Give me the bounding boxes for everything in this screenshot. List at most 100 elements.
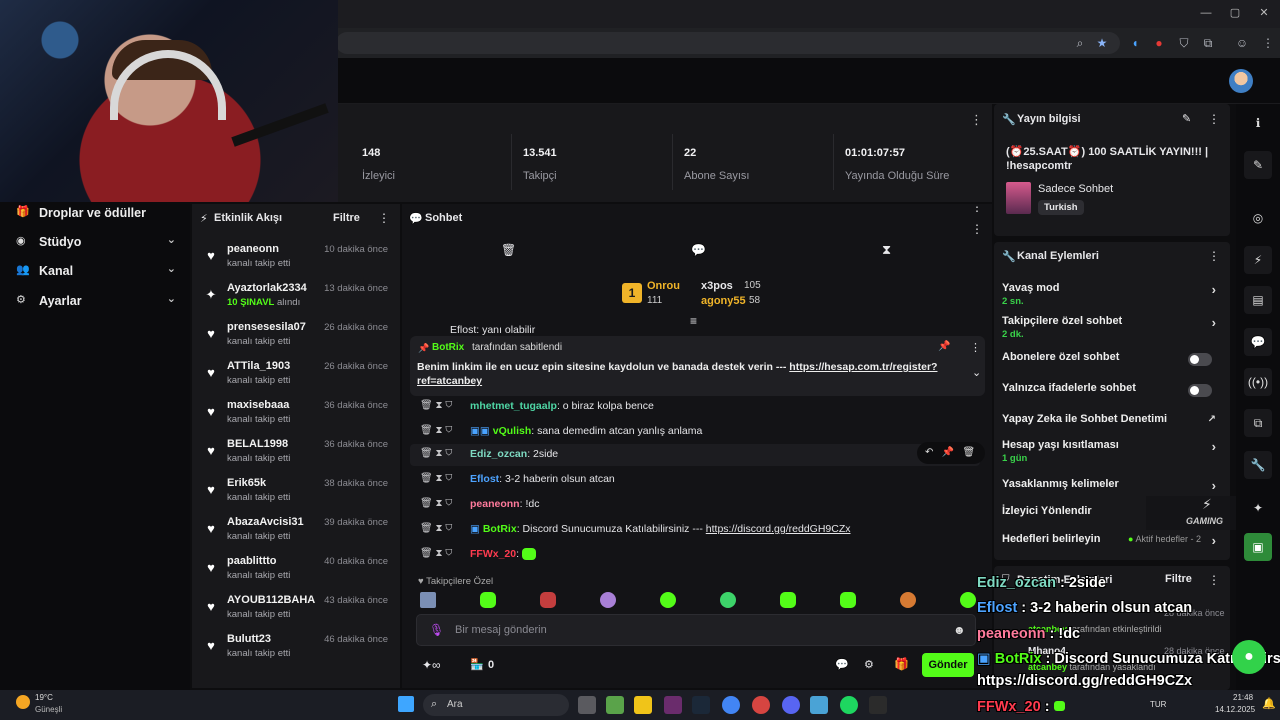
- store-icon[interactable]: 🏪: [470, 658, 484, 671]
- mod-actions-icon[interactable]: 🗑 ⧗ ⛉: [420, 498, 452, 509]
- emote-icon[interactable]: [540, 592, 556, 608]
- bookmark-star-icon[interactable]: ★: [1093, 34, 1111, 52]
- spotify-icon[interactable]: [840, 696, 858, 714]
- bolt-icon[interactable]: ⚡: [1244, 246, 1272, 274]
- emote-icon[interactable]: [780, 592, 796, 608]
- moderation-filter-button[interactable]: Filtre: [1165, 573, 1192, 585]
- browser-menu-icon[interactable]: ⋮: [1259, 34, 1277, 52]
- camera-icon[interactable]: ◎: [1244, 204, 1272, 232]
- pinned-menu-icon[interactable]: ⋮: [970, 341, 981, 354]
- steam-icon[interactable]: [692, 696, 710, 714]
- task-view-icon[interactable]: [578, 696, 596, 714]
- zoom-icon[interactable]: ⌕: [1071, 34, 1089, 52]
- minecraft-icon[interactable]: [606, 696, 624, 714]
- slow-mode-row[interactable]: Yavaş mod 2 sn. ›: [1002, 282, 1222, 308]
- emote-icon[interactable]: [720, 592, 736, 608]
- clock-date[interactable]: 14.12.2025: [1215, 705, 1255, 714]
- screen-icon[interactable]: ▣: [1244, 533, 1272, 561]
- followers-only-row[interactable]: Takipçilere özel sohbet 2 dk. ›: [1002, 315, 1222, 341]
- app-icon[interactable]: [752, 696, 770, 714]
- chat-menu-icon[interactable]: ⋮: [971, 204, 983, 214]
- points-icon[interactable]: ✦: [1244, 494, 1272, 522]
- activity-filter-button[interactable]: Filtre: [333, 212, 360, 224]
- chat-bubble-small-icon[interactable]: 💬: [835, 658, 849, 671]
- account-age-row[interactable]: Hesap yaşı kısıtlaması 1 gün ›: [1002, 439, 1222, 465]
- close-window-button[interactable]: ✕: [1256, 6, 1272, 20]
- mod-actions-icon[interactable]: 🗑 ⧗ ⛉: [420, 448, 452, 459]
- emote-icon[interactable]: [480, 592, 496, 608]
- browser-source-icon[interactable]: ⧉: [1244, 409, 1272, 437]
- mod-actions-icon[interactable]: 🗑 ⧗ ⛉: [420, 548, 452, 559]
- green-circle-button[interactable]: ●: [1232, 640, 1266, 674]
- edit-icon[interactable]: ✎: [1182, 112, 1191, 125]
- extension-shield-icon[interactable]: ⛉: [1175, 34, 1193, 52]
- notification-bell-icon[interactable]: 🔔: [1262, 697, 1276, 710]
- address-bar[interactable]: [336, 32, 1120, 54]
- mod-actions-icon[interactable]: 🗑 ⧗ ⛉: [420, 400, 452, 411]
- terminal-icon[interactable]: [869, 696, 887, 714]
- emote-icon[interactable]: [900, 592, 916, 608]
- subs-only-toggle[interactable]: [1188, 353, 1212, 366]
- nav-drops[interactable]: 🎁 Droplar ve ödüller: [14, 202, 184, 224]
- discord-icon[interactable]: [782, 696, 800, 714]
- emote-icon[interactable]: [840, 592, 856, 608]
- microphone-icon[interactable]: 🎙: [429, 623, 444, 637]
- extensions-puzzle-icon[interactable]: ⧉: [1199, 34, 1217, 52]
- chevron-down-icon[interactable]: ⌄: [972, 366, 981, 379]
- gift-card-icon[interactable]: 🎁: [894, 657, 909, 671]
- notes-icon[interactable]: ▤: [1244, 286, 1272, 314]
- language-indicator[interactable]: TUR: [1150, 700, 1166, 709]
- profile-icon[interactable]: ☺: [1233, 34, 1251, 52]
- app-icon[interactable]: [810, 696, 828, 714]
- minimize-button[interactable]: —: [1198, 6, 1214, 20]
- taskbar-search[interactable]: ⌕ Ara: [423, 694, 569, 716]
- trash-icon[interactable]: 🗑: [501, 243, 516, 257]
- chat-input[interactable]: 🎙 Bir mesaj gönderin ☻: [416, 614, 976, 646]
- channel-points-icon[interactable]: ✦∞: [422, 658, 441, 672]
- ai-moderation-row[interactable]: Yapay Zeka ile Sohbet Denetimi ↗: [1002, 413, 1222, 439]
- user-avatar[interactable]: [1229, 69, 1253, 93]
- send-button[interactable]: Gönder: [922, 653, 974, 677]
- emote-icon[interactable]: [420, 592, 436, 608]
- emote-icon[interactable]: [660, 592, 676, 608]
- maximize-button[interactable]: ▢: [1227, 6, 1243, 20]
- activity-item: ♥ maxisebaaa kanalı takip etti 36 dakika…: [200, 397, 392, 436]
- broadcast-icon[interactable]: ((•)): [1244, 368, 1272, 396]
- visual-studio-icon[interactable]: [664, 696, 682, 714]
- chat-bubble-tab-icon[interactable]: 💬: [691, 243, 706, 257]
- nav-channel[interactable]: 👥 Kanal ⌄: [14, 260, 184, 282]
- stream-info-menu-icon[interactable]: ⋮: [1208, 112, 1220, 126]
- hourglass-icon[interactable]: ⧗: [882, 242, 891, 258]
- discord-link[interactable]: https://discord.gg/reddGH9CZx: [706, 523, 851, 535]
- clock-time[interactable]: 21:48: [1233, 693, 1253, 702]
- moderation-menu-icon[interactable]: ⋮: [1208, 573, 1220, 587]
- chat-submenu-icon[interactable]: ⋮: [971, 222, 983, 236]
- emote-icon[interactable]: [960, 592, 976, 608]
- windows-start-icon[interactable]: [398, 696, 414, 712]
- channel-actions-menu-icon[interactable]: ⋮: [1208, 249, 1220, 263]
- wrench-icon[interactable]: 🔧: [1244, 451, 1272, 479]
- mod-actions-icon[interactable]: 🗑 ⧗ ⛉: [420, 425, 452, 436]
- unpin-icon[interactable]: 📌: [938, 341, 950, 352]
- activity-menu-icon[interactable]: ⋮: [378, 211, 390, 225]
- chat-bubble-icon[interactable]: 💬: [1244, 328, 1272, 356]
- goals-row[interactable]: Hedefleri belirleyin ● Aktif hedefler - 2…: [1002, 533, 1222, 559]
- extension-audio-icon[interactable]: ◖: [1126, 34, 1144, 52]
- extension-record-icon[interactable]: ●: [1150, 34, 1168, 52]
- subs-only-row[interactable]: Abonelere özel sohbet: [1002, 351, 1222, 377]
- file-explorer-icon[interactable]: [634, 696, 652, 714]
- settings-icon[interactable]: ⚙: [864, 658, 874, 671]
- mod-actions-icon[interactable]: 🗑 ⧗ ⛉: [420, 473, 452, 484]
- nav-settings[interactable]: ⚙ Ayarlar ⌄: [14, 290, 184, 312]
- emoji-icon[interactable]: ☻: [953, 623, 966, 637]
- emote-icon[interactable]: [600, 592, 616, 608]
- chrome-icon[interactable]: [722, 696, 740, 714]
- nav-studio[interactable]: ◉ Stüdyo ⌄: [14, 231, 184, 253]
- mod-actions-icon[interactable]: 🗑 ⧗ ⛉: [420, 523, 452, 534]
- edit-icon[interactable]: ✎: [1244, 151, 1272, 179]
- info-icon[interactable]: ℹ: [1244, 109, 1272, 137]
- message-hover-actions[interactable]: ↶ 📌 🗑: [917, 442, 985, 464]
- emote-only-row[interactable]: Yalnızca ifadelerle sohbet: [1002, 382, 1222, 408]
- emote-only-toggle[interactable]: [1188, 384, 1212, 397]
- stats-menu-icon[interactable]: ⋮: [970, 112, 983, 128]
